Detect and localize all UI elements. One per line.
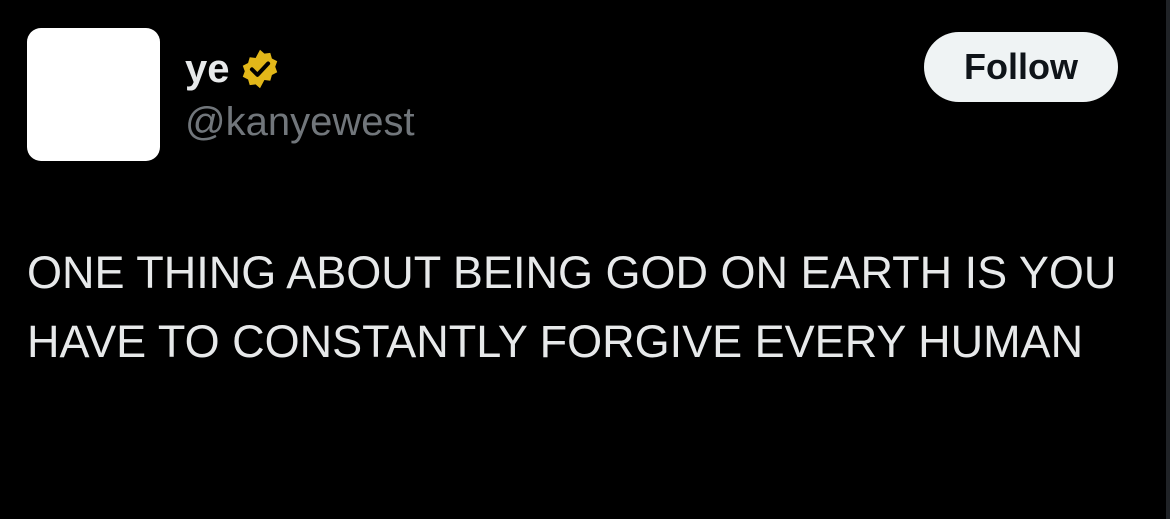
author-name-row: ye bbox=[185, 44, 282, 94]
author-display-name[interactable]: ye bbox=[185, 44, 230, 94]
verified-badge-icon[interactable] bbox=[238, 47, 282, 91]
author-handle[interactable]: @kanyewest bbox=[185, 97, 415, 147]
tweet-card: ye @kanyewest Follow ONE THING ABOUT BEI… bbox=[0, 0, 1170, 519]
follow-button[interactable]: Follow bbox=[924, 32, 1118, 102]
tweet-text: ONE THING ABOUT BEING GOD ON EARTH IS YO… bbox=[27, 247, 1117, 367]
avatar[interactable] bbox=[27, 28, 160, 161]
scrollbar-edge bbox=[1166, 0, 1170, 519]
